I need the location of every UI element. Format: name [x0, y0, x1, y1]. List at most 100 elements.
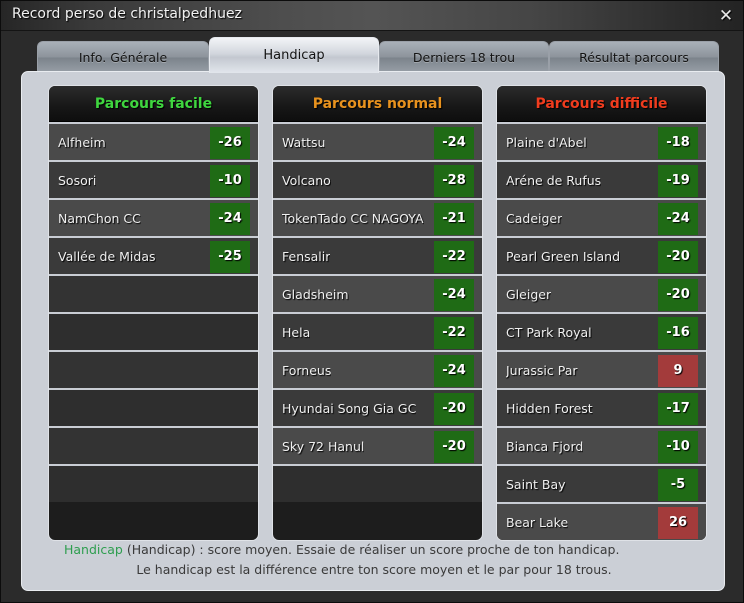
handicap-badge: -22 [434, 317, 474, 349]
course-row[interactable]: TokenTado CC NAGOYA -21 [273, 198, 482, 236]
course-row-empty [49, 464, 258, 502]
footer-highlight-word: Handicap [64, 542, 123, 557]
handicap-badge: 9 [658, 355, 698, 387]
window-title: Record perso de christalpedhuez [12, 6, 242, 22]
course-row[interactable]: Forneus -24 [273, 350, 482, 388]
course-row[interactable]: Cadeiger -24 [497, 198, 706, 236]
handicap-badge: -16 [658, 317, 698, 349]
tab-info-generale[interactable]: Info. Générale [37, 41, 209, 73]
handicap-badge: -19 [658, 165, 698, 197]
course-row[interactable]: Saint Bay -5 [497, 464, 706, 502]
course-column: Parcours facile Alfheim -26 Sosori -10 NamCho… [48, 85, 259, 541]
course-row[interactable]: Jurassic Par 9 [497, 350, 706, 388]
course-name: Aréne de Rufus [506, 173, 602, 188]
course-name: Gladsheim [282, 287, 349, 302]
handicap-badge: -25 [210, 241, 250, 273]
course-row[interactable]: Bear Lake 26 [497, 502, 706, 540]
close-icon[interactable]: ✕ [713, 4, 739, 28]
course-name: Hyundai Song Gia GC [282, 401, 417, 416]
course-name: Pearl Green Island [506, 249, 621, 264]
course-name: NamChon CC [58, 211, 141, 226]
course-name: Vallée de Midas [58, 249, 156, 264]
title-bar: Record perso de christalpedhuez ✕ [1, 1, 743, 31]
course-name: Plaine d'Abel [506, 135, 587, 150]
course-name: Saint Bay [506, 477, 566, 492]
course-row-empty [49, 426, 258, 464]
handicap-badge: -10 [210, 165, 250, 197]
handicap-badge: -24 [658, 203, 698, 235]
course-row[interactable]: Hela -22 [273, 312, 482, 350]
course-row-empty [49, 274, 258, 312]
course-name: Sosori [58, 173, 97, 188]
course-name: Bear Lake [506, 515, 569, 530]
course-name: Volcano [282, 173, 331, 188]
course-name: TokenTado CC NAGOYA [282, 211, 424, 226]
handicap-panel: Parcours facile Alfheim -26 Sosori -10 NamCho… [21, 71, 725, 591]
course-row-empty [273, 464, 482, 502]
course-name: Jurassic Par [506, 363, 578, 378]
tab-handicap[interactable]: Handicap [209, 37, 379, 73]
footer-note: Handicap (Handicap) : score moyen. Essai… [22, 540, 726, 580]
course-row[interactable]: CT Park Royal -16 [497, 312, 706, 350]
course-row[interactable]: Volcano -28 [273, 160, 482, 198]
handicap-badge: -20 [434, 431, 474, 463]
course-row[interactable]: Hyundai Song Gia GC -20 [273, 388, 482, 426]
handicap-badge: -24 [210, 203, 250, 235]
course-column: Parcours difficile Plaine d'Abel -18 Aréne … [496, 85, 707, 541]
course-row[interactable]: Sky 72 Hanul -20 [273, 426, 482, 464]
tab-resultat-parcours[interactable]: Résultat parcours [549, 41, 719, 73]
column-title: Parcours normal [273, 86, 482, 122]
footer-line-1: Handicap (Handicap) : score moyen. Essai… [58, 540, 726, 560]
course-name: Bianca Fjord [506, 439, 584, 454]
handicap-badge: -10 [658, 431, 698, 463]
handicap-badge: -5 [658, 469, 698, 501]
course-row[interactable]: Bianca Fjord -10 [497, 426, 706, 464]
course-row[interactable]: Aréne de Rufus -19 [497, 160, 706, 198]
column-title: Parcours difficile [497, 86, 706, 122]
course-column: Parcours normal Wattsu -24 Volcano -28 TokenT… [272, 85, 483, 541]
handicap-badge: -20 [658, 279, 698, 311]
course-name: Wattsu [282, 135, 326, 150]
handicap-badge: -20 [658, 241, 698, 273]
course-name: Gleiger [506, 287, 552, 302]
record-perso-window: Record perso de christalpedhuez ✕ Info. … [0, 0, 744, 603]
tab-derniers-18-trou[interactable]: Derniers 18 trou [379, 41, 549, 73]
course-row[interactable]: Wattsu -24 [273, 122, 482, 160]
course-name: Forneus [282, 363, 332, 378]
handicap-badge: -24 [434, 355, 474, 387]
tab-strip: Info. Générale Handicap Derniers 18 trou… [1, 31, 743, 73]
handicap-badge: -24 [434, 127, 474, 159]
course-row[interactable]: Sosori -10 [49, 160, 258, 198]
course-row-empty [49, 388, 258, 426]
course-row-empty [49, 312, 258, 350]
course-name: Hela [282, 325, 311, 340]
course-row[interactable]: Hidden Forest -17 [497, 388, 706, 426]
course-name: Cadeiger [506, 211, 563, 226]
footer-line-2: Le handicap est la différence entre ton … [136, 562, 612, 577]
course-name: CT Park Royal [506, 325, 592, 340]
handicap-badge: -20 [434, 393, 474, 425]
course-name: Sky 72 Hanul [282, 439, 365, 454]
course-row[interactable]: Alfheim -26 [49, 122, 258, 160]
course-row[interactable]: Fensalir -22 [273, 236, 482, 274]
course-row[interactable]: Vallée de Midas -25 [49, 236, 258, 274]
course-row[interactable]: NamChon CC -24 [49, 198, 258, 236]
handicap-badge: -24 [434, 279, 474, 311]
course-name: Fensalir [282, 249, 331, 264]
handicap-badge: 26 [658, 507, 698, 539]
handicap-badge: -22 [434, 241, 474, 273]
handicap-badge: -17 [658, 393, 698, 425]
handicap-badge: -26 [210, 127, 250, 159]
course-row-empty [49, 350, 258, 388]
course-name: Alfheim [58, 135, 106, 150]
footer-line-1-rest: (Handicap) : score moyen. Essaie de réal… [122, 542, 620, 557]
course-row[interactable]: Gleiger -20 [497, 274, 706, 312]
course-row[interactable]: Gladsheim -24 [273, 274, 482, 312]
course-row[interactable]: Plaine d'Abel -18 [497, 122, 706, 160]
handicap-badge: -21 [434, 203, 474, 235]
handicap-badge: -28 [434, 165, 474, 197]
column-title: Parcours facile [49, 86, 258, 122]
course-name: Hidden Forest [506, 401, 593, 416]
course-row[interactable]: Pearl Green Island -20 [497, 236, 706, 274]
course-columns: Parcours facile Alfheim -26 Sosori -10 NamCho… [48, 85, 708, 541]
